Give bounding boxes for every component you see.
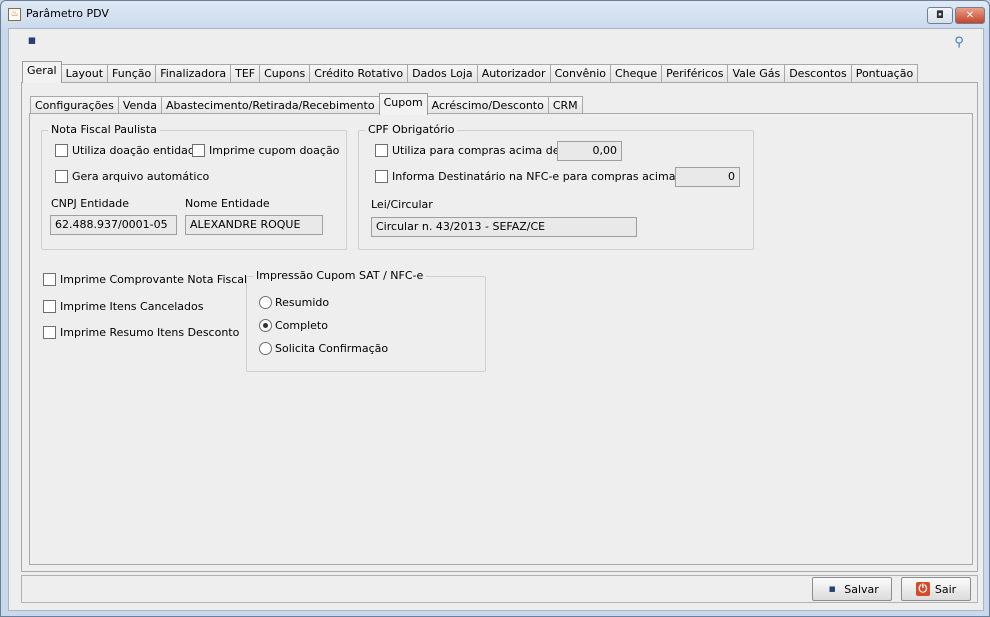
cupom-panel: Nota Fiscal Paulista Utiliza doação enti… (29, 113, 973, 565)
imprime-resumo-label: Imprime Resumo Itens Desconto (60, 326, 240, 339)
utiliza-doacao-checkbox[interactable]: Utiliza doação entidade (55, 144, 202, 157)
completo-radio[interactable]: Completo (259, 319, 328, 332)
gera-arquivo-checkbox[interactable]: Gera arquivo automático (55, 170, 209, 183)
tab-convenio[interactable]: Convênio (549, 64, 611, 83)
close-button[interactable]: ✕ (955, 7, 985, 24)
informa-destinatario-value-field[interactable]: 0 (675, 167, 740, 187)
imprime-comprovante-label: Imprime Comprovante Nota Fiscal (60, 273, 248, 286)
tab-vale-gas[interactable]: Vale Gás (727, 64, 786, 83)
power-icon: ⏻ (915, 582, 930, 596)
completo-label: Completo (275, 319, 328, 332)
maximize-button[interactable]: ◘ (927, 7, 953, 24)
lei-circular-label: Lei/Circular (371, 198, 433, 211)
nfp-group-title: Nota Fiscal Paulista (48, 123, 160, 136)
solicita-confirmacao-radio[interactable]: Solicita Confirmação (259, 342, 388, 355)
tab-finalizadora[interactable]: Finalizadora (155, 64, 232, 83)
imprime-cupom-doacao-checkbox[interactable]: Imprime cupom doação (192, 144, 339, 157)
imprime-resumo-checkbox[interactable]: Imprime Resumo Itens Desconto (43, 326, 239, 339)
window-title: Parâmetro PDV (26, 7, 109, 20)
radio-circle-checked[interactable] (259, 319, 272, 332)
inner-tab-bar: Configurações Venda Abastecimento/Retira… (30, 93, 583, 115)
key-icon[interactable]: ⚲ (951, 35, 967, 51)
outer-tab-bar: Geral Layout Função Finalizadora TEF Cup… (22, 61, 919, 83)
tab-perifericos[interactable]: Periféricos (661, 64, 729, 83)
checkbox-box[interactable] (43, 273, 56, 286)
cnpj-field[interactable]: 62.488.937/0001-05 (50, 215, 177, 235)
imprime-cupom-doacao-label: Imprime cupom doação (209, 144, 340, 157)
utiliza-compras-label: Utiliza para compras acima de R$ (392, 144, 578, 157)
utiliza-compras-checkbox[interactable]: Utiliza para compras acima de R$ (375, 144, 578, 157)
tab-credito-rotativo[interactable]: Crédito Rotativo (309, 64, 409, 83)
title-bar: ♨ Parâmetro PDV ◘ ✕ (1, 1, 989, 27)
impressao-group: Impressão Cupom SAT / NFC-e Resumido Com… (246, 269, 486, 372)
cpf-group-title: CPF Obrigatório (365, 123, 458, 136)
utiliza-compras-value-field[interactable]: 0,00 (557, 141, 622, 161)
lei-circular-field[interactable]: Circular n. 43/2013 - SEFAZ/CE (371, 217, 637, 237)
sair-label: Sair (934, 582, 957, 596)
tab-funcao[interactable]: Função (107, 64, 157, 83)
checkbox-box[interactable] (43, 326, 56, 339)
button-bar: ▪ Salvar ⏻ Sair (21, 575, 978, 603)
tab-cupons[interactable]: Cupons (259, 64, 311, 83)
floppy-disk-icon[interactable]: ▪ (24, 33, 40, 49)
checkbox-box[interactable] (192, 144, 205, 157)
solicita-confirmacao-label: Solicita Confirmação (275, 342, 389, 355)
checkbox-box[interactable] (55, 144, 68, 157)
salvar-button[interactable]: ▪ Salvar (812, 577, 892, 601)
radio-circle[interactable] (259, 342, 272, 355)
informa-destinatario-label: Informa Destinatário na NFC-e para compr… (392, 170, 711, 183)
checkbox-box[interactable] (43, 300, 56, 313)
radio-circle[interactable] (259, 296, 272, 309)
client-area: ▪ ⚲ Geral Layout Função Finalizadora TEF… (8, 28, 984, 611)
cnpj-label: CNPJ Entidade (51, 197, 130, 210)
informa-destinatario-checkbox[interactable]: Informa Destinatário na NFC-e para compr… (375, 170, 711, 183)
gera-arquivo-label: Gera arquivo automático (72, 170, 210, 183)
tab-descontos[interactable]: Descontos (784, 64, 852, 83)
checkbox-box[interactable] (375, 170, 388, 183)
resumido-label: Resumido (275, 296, 330, 309)
tab-layout[interactable]: Layout (60, 64, 109, 83)
imprime-cancelados-label: Imprime Itens Cancelados (60, 300, 204, 313)
impressao-group-title: Impressão Cupom SAT / NFC-e (253, 269, 427, 282)
cpf-group: CPF Obrigatório Utiliza para compras aci… (358, 123, 754, 250)
checkbox-box[interactable] (55, 170, 68, 183)
main-window: ♨ Parâmetro PDV ◘ ✕ ▪ ⚲ Geral Layout Fun… (0, 0, 990, 617)
salvar-label: Salvar (844, 582, 879, 596)
nome-entidade-label: Nome Entidade (185, 197, 270, 210)
floppy-disk-icon: ▪ (828, 582, 836, 595)
nfp-group: Nota Fiscal Paulista Utiliza doação enti… (41, 123, 347, 250)
java-icon: ♨ (8, 8, 21, 21)
tab-pontuacao[interactable]: Pontuação (850, 64, 919, 83)
resumido-radio[interactable]: Resumido (259, 296, 329, 309)
nome-entidade-field[interactable]: ALEXANDRE ROQUE (185, 215, 323, 235)
imprime-cancelados-checkbox[interactable]: Imprime Itens Cancelados (43, 300, 203, 313)
tab-tef[interactable]: TEF (230, 64, 261, 83)
tab-dados-loja[interactable]: Dados Loja (407, 64, 478, 83)
tab-cupom[interactable]: Cupom (378, 93, 428, 115)
imprime-comprovante-checkbox[interactable]: Imprime Comprovante Nota Fiscal (43, 273, 247, 286)
tab-cheque[interactable]: Cheque (609, 64, 663, 83)
tab-autorizador[interactable]: Autorizador (476, 64, 551, 83)
tab-geral[interactable]: Geral (22, 61, 62, 83)
utiliza-doacao-label: Utiliza doação entidade (72, 144, 202, 157)
sair-button[interactable]: ⏻ Sair (901, 577, 971, 601)
checkbox-box[interactable] (375, 144, 388, 157)
